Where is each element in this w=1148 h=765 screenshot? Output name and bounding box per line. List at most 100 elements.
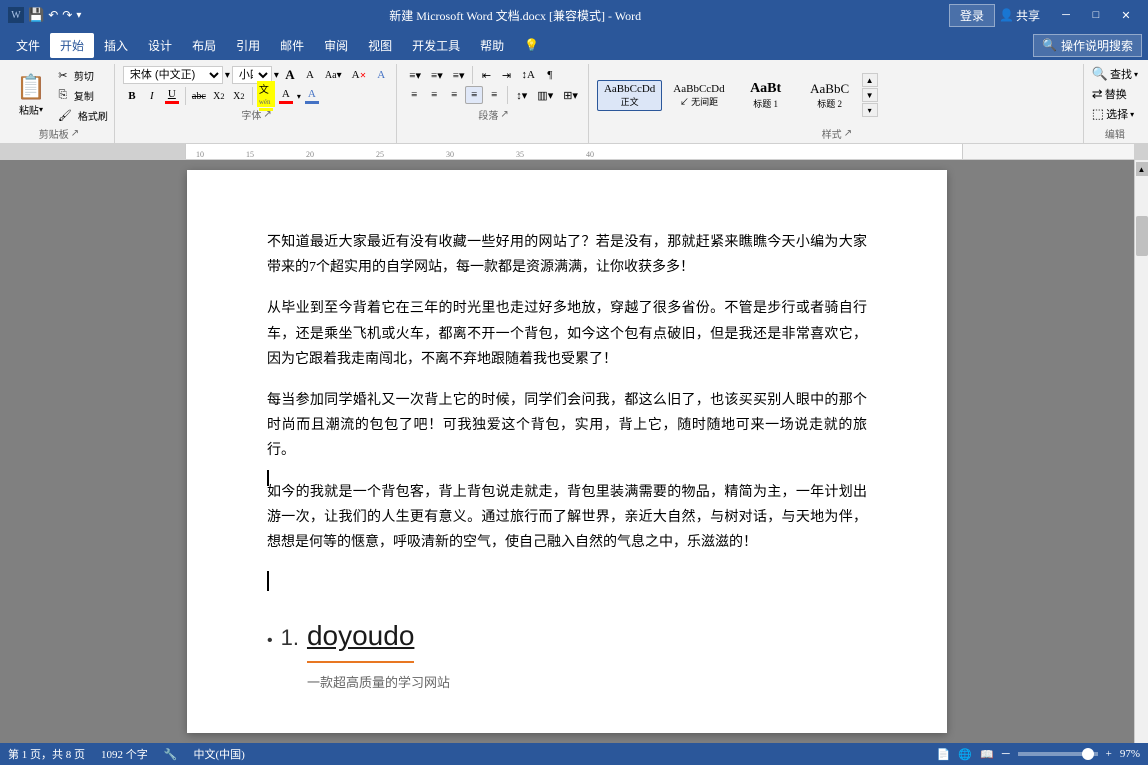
distributed-button[interactable]: ≡: [485, 86, 503, 104]
menu-references[interactable]: 引用: [226, 33, 270, 58]
style-heading2[interactable]: AaBbC 标题 2: [800, 78, 860, 113]
zoom-out-btn[interactable]: ─: [1002, 748, 1010, 760]
menu-developer[interactable]: 开发工具: [402, 33, 470, 58]
increase-indent-button[interactable]: ⇥: [497, 66, 515, 84]
style-normal[interactable]: AaBbCcDd 正文: [597, 80, 662, 111]
menu-view[interactable]: 视图: [358, 33, 402, 58]
style-scroll-up[interactable]: ▲: [862, 73, 878, 87]
para-div1: [472, 66, 473, 84]
text-color-button[interactable]: A: [277, 87, 295, 105]
menu-lightbulb[interactable]: 💡: [514, 34, 549, 57]
style-normal-preview: AaBbCcDd: [604, 83, 655, 95]
paragraph-expand-icon[interactable]: ↗: [500, 109, 508, 120]
doc-heading[interactable]: • 1. doyoudo: [267, 611, 867, 663]
replace-button[interactable]: ⇄ 替换: [1092, 86, 1127, 102]
title-bar-title: 新建 Microsoft Word 文档.docx [兼容模式] - Word: [81, 7, 949, 24]
highlight-button[interactable]: 文wén: [257, 87, 275, 105]
find-button[interactable]: 🔍 查找 ▾: [1092, 66, 1138, 82]
align-right-button[interactable]: ≡: [445, 86, 463, 104]
share-button[interactable]: 👤 共享: [999, 7, 1040, 24]
multilevel-list-button[interactable]: ≡▾: [449, 66, 469, 84]
border-button[interactable]: ⊞▾: [559, 86, 582, 104]
change-case-button[interactable]: Aa▾: [321, 66, 346, 84]
close-button[interactable]: ✕: [1112, 5, 1140, 25]
style-scroll-down[interactable]: ▼: [862, 88, 878, 102]
minimize-button[interactable]: ─: [1052, 5, 1080, 25]
view-read-btn[interactable]: 📖: [980, 748, 994, 761]
heading-link[interactable]: doyoudo: [307, 611, 414, 663]
show-marks-button[interactable]: ¶: [541, 66, 559, 84]
bold-button[interactable]: B: [123, 87, 141, 105]
style-group: AaBbCcDd 正文 AaBbCcDd ↙ 无间距 AaBt 标题 1 AaB…: [591, 64, 1084, 143]
doc-content: 不知道最近大家最近有没有收藏一些好用的网站了？若是没有，那就赶紧来瞧瞧今天小编为…: [267, 230, 867, 695]
justify-button[interactable]: ≡: [465, 86, 483, 104]
quick-save-btn[interactable]: 💾: [28, 7, 44, 23]
quick-undo-btn[interactable]: ↶: [48, 8, 58, 23]
sort-button[interactable]: ↕A: [517, 66, 538, 84]
doc-para-3[interactable]: 每当参加同学婚礼又一次背上它的时候，同学们会问我，都这么旧了，也该买买别人眼中的…: [267, 388, 867, 464]
menu-bar: 文件 开始 插入 设计 布局 引用 邮件 审阅 视图 开发工具 帮助 💡 🔍 操…: [0, 30, 1148, 60]
strikethrough-button[interactable]: abc: [190, 87, 208, 105]
italic-button[interactable]: I: [143, 87, 161, 105]
menu-mail[interactable]: 邮件: [270, 33, 314, 58]
select-button[interactable]: ⬚ 选择 ▾: [1092, 106, 1134, 122]
font-name-select[interactable]: 宋体 (中文正): [123, 66, 223, 84]
clear-format-button[interactable]: A✕: [348, 66, 371, 84]
style-heading1[interactable]: AaBt 标题 1: [736, 78, 796, 113]
copy-button[interactable]: ⎘: [54, 86, 72, 104]
subscript-button[interactable]: X2: [210, 87, 228, 105]
maximize-button[interactable]: □: [1082, 5, 1110, 25]
text-effect-button[interactable]: A: [372, 66, 390, 84]
doc-para-2[interactable]: 从毕业到至今背着它在三年的时光里也走过好多地放，穿越了很多省份。不管是步行或者骑…: [267, 296, 867, 372]
edit-group: 🔍 查找 ▾ ⇄ 替换 ⬚ 选择 ▾ 编辑: [1086, 64, 1144, 143]
numbering-button[interactable]: ≡▾: [427, 66, 447, 84]
font-grow-button[interactable]: A: [281, 66, 299, 84]
bullets-button[interactable]: ≡▾: [405, 66, 425, 84]
paste-button[interactable]: 📋 粘贴▾: [10, 69, 52, 121]
title-bar: W 💾 ↶ ↷ ▾ 新建 Microsoft Word 文档.docx [兼容模…: [0, 0, 1148, 30]
font-shrink-button[interactable]: A: [301, 66, 319, 84]
style-scroll-buttons: ▲ ▼ ▾: [862, 73, 878, 117]
main-area: ▲ 不知道最近大家最近有没有收藏一些好用的网站了？若是没有，那就赶紧来瞧瞧今天小…: [0, 160, 1148, 743]
menu-review[interactable]: 审阅: [314, 33, 358, 58]
shading-button[interactable]: ▥▾: [533, 86, 557, 104]
decrease-indent-button[interactable]: ⇤: [477, 66, 495, 84]
format-divider2: [252, 87, 253, 105]
menu-search-box[interactable]: 🔍 操作说明搜索: [1033, 34, 1142, 57]
menu-home[interactable]: 开始: [50, 33, 94, 58]
format-painter-button[interactable]: 🖌: [54, 106, 76, 124]
align-left-button[interactable]: ≡: [405, 86, 423, 104]
zoom-bar[interactable]: [1018, 752, 1098, 756]
superscript-button[interactable]: X2: [230, 87, 248, 105]
menu-help[interactable]: 帮助: [470, 33, 514, 58]
font-color-other-button[interactable]: A: [303, 87, 321, 105]
style-no-spacing[interactable]: AaBbCcDd ↙ 无间距: [666, 80, 731, 111]
login-button[interactable]: 登录: [949, 4, 995, 27]
underline-button[interactable]: U: [163, 87, 181, 105]
search-icon: 🔍: [1092, 66, 1108, 82]
quick-redo-btn[interactable]: ↷: [62, 8, 72, 23]
vertical-scrollbar[interactable]: ▲: [1134, 160, 1148, 743]
menu-insert[interactable]: 插入: [94, 33, 138, 58]
menu-layout[interactable]: 布局: [182, 33, 226, 58]
style-expand-icon[interactable]: ↗: [844, 128, 852, 139]
view-web-btn[interactable]: 🌐: [958, 748, 972, 761]
doc-area: 不知道最近大家最近有没有收藏一些好用的网站了？若是没有，那就赶紧来瞧瞧今天小编为…: [0, 160, 1134, 743]
page-info: 第 1 页，共 8 页: [8, 746, 85, 762]
zoom-in-btn[interactable]: +: [1106, 748, 1112, 760]
view-print-btn[interactable]: 📄: [937, 748, 951, 761]
scroll-up-btn[interactable]: ▲: [1136, 162, 1148, 176]
menu-design[interactable]: 设计: [138, 33, 182, 58]
replace-icon: ⇄: [1092, 86, 1103, 102]
clipboard-expand-icon[interactable]: ↗: [71, 128, 79, 139]
doc-para-1[interactable]: 不知道最近大家最近有没有收藏一些好用的网站了？若是没有，那就赶紧来瞧瞧今天小编为…: [267, 230, 867, 280]
align-center-button[interactable]: ≡: [425, 86, 443, 104]
line-spacing-button[interactable]: ↕▾: [512, 86, 531, 104]
style-scroll-more[interactable]: ▾: [862, 103, 878, 117]
doc-para-4[interactable]: 如今的我就是一个背包客，背上背包说走就走，背包里装满需要的物品，精简为主，一年计…: [267, 480, 867, 556]
menu-file[interactable]: 文件: [6, 33, 50, 58]
font-group: 宋体 (中文正) ▾ 小四 ▾ A A Aa▾ A✕ A B I: [117, 64, 397, 143]
text-color-arrow[interactable]: ▾: [297, 92, 301, 101]
scrollbar-thumb[interactable]: [1136, 216, 1148, 256]
cut-button[interactable]: ✂: [54, 66, 72, 84]
